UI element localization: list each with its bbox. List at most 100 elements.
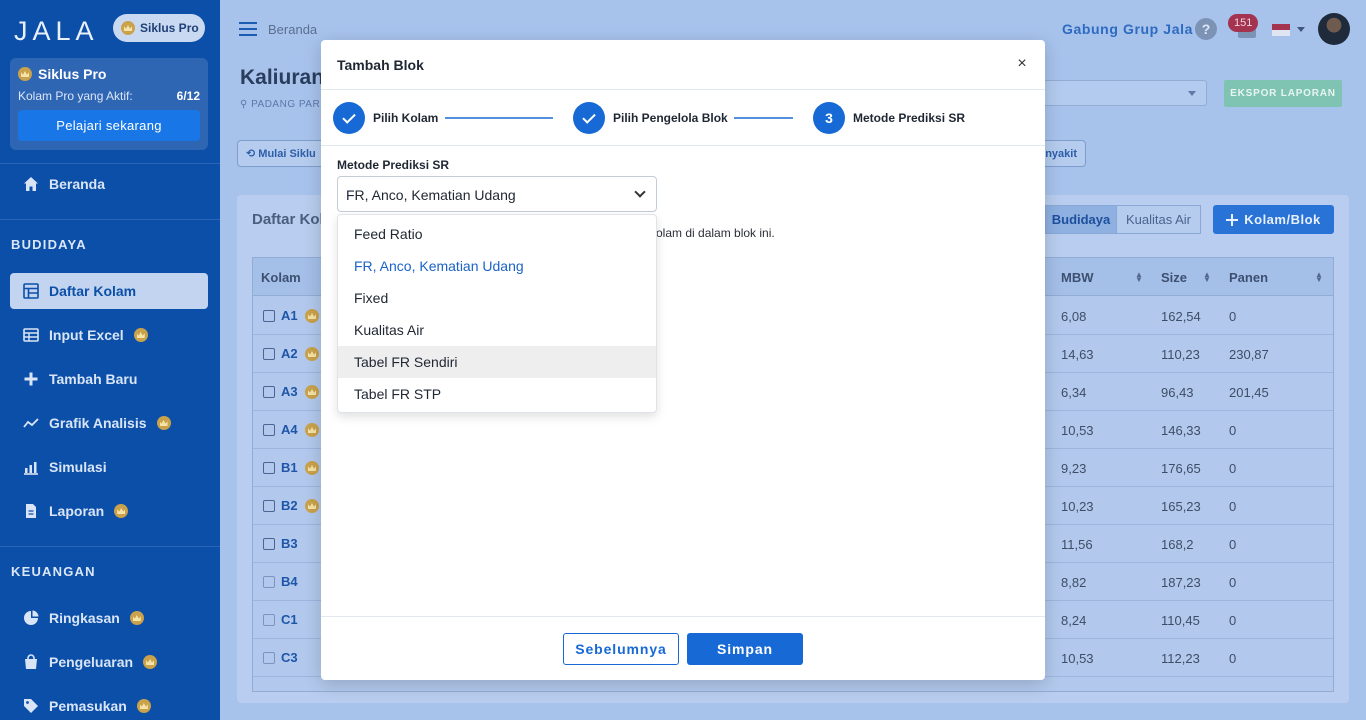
avatar[interactable]: [1318, 13, 1350, 45]
pond-name-link[interactable]: A2: [281, 346, 298, 361]
indonesia-flag-icon[interactable]: [1272, 24, 1290, 36]
column-header-mbw[interactable]: MBW: [1061, 270, 1094, 285]
row-checkbox[interactable]: [263, 348, 275, 360]
mbw-cell: 10,53: [1061, 423, 1094, 438]
close-icon[interactable]: ×: [1013, 55, 1031, 73]
sidebar-item-tambah-baru[interactable]: Tambah Baru: [10, 361, 208, 397]
column-header-pond[interactable]: Kolam: [261, 270, 301, 285]
sidebar-item-ringkasan[interactable]: Ringkasan: [10, 600, 208, 636]
sidebar-item-label: Input Excel: [49, 327, 124, 343]
pond-name-link[interactable]: B2: [281, 498, 298, 513]
section-title-budidaya: BUDIDAYA: [11, 237, 87, 252]
sidebar-item-laporan[interactable]: Laporan: [10, 493, 208, 529]
pond-name-link[interactable]: B3: [281, 536, 298, 551]
notification-badge[interactable]: 151: [1228, 14, 1259, 32]
pond-name-link[interactable]: C1: [281, 612, 298, 627]
tab-water-quality[interactable]: Kualitas Air: [1116, 205, 1201, 234]
sort-icon[interactable]: ▲ ▼: [1315, 271, 1323, 284]
sidebar-item-grafik-analisis[interactable]: Grafik Analisis: [10, 405, 208, 441]
disease-label: nyakit: [1045, 147, 1077, 160]
pro-card: Siklus Pro Kolam Pro yang Aktif: 6/12 Pe…: [10, 58, 208, 150]
row-checkbox[interactable]: [263, 576, 275, 588]
crown-icon: [114, 504, 129, 518]
crown-icon: [305, 499, 319, 513]
join-group-link[interactable]: Gabung Grup Jala: [1062, 21, 1193, 37]
start-cycle-button[interactable]: ⟲ Mulai Siklu: [237, 140, 327, 167]
pond-name-link[interactable]: C3: [281, 650, 298, 665]
sort-icon[interactable]: ▲ ▼: [1135, 271, 1143, 284]
sidebar-item-label: Pengeluaran: [49, 654, 134, 670]
row-checkbox[interactable]: [263, 462, 275, 474]
harvest-cell: 0: [1229, 423, 1237, 438]
step-1-label: Pilih Kolam: [373, 111, 439, 125]
step-connector: [445, 117, 553, 119]
mbw-cell: 9,23: [1061, 461, 1087, 476]
cycle-select[interactable]: [1035, 80, 1207, 106]
row-checkbox[interactable]: [263, 538, 275, 550]
sidebar-item-simulasi[interactable]: Simulasi: [10, 449, 208, 485]
tab-budidaya[interactable]: Budidaya: [1045, 205, 1117, 234]
option-tabel-fr-stp[interactable]: Tabel FR STP: [338, 378, 656, 410]
column-header-harvest[interactable]: Panen: [1229, 270, 1268, 285]
jala-logo[interactable]: JALA: [14, 16, 99, 47]
page-title: Kaliuran: [240, 66, 325, 89]
sidebar-item-pengeluaran[interactable]: Pengeluaran: [10, 644, 208, 680]
menu-icon[interactable]: [239, 22, 257, 36]
sr-method-select[interactable]: FR, Anco, Kematian Udang: [337, 176, 657, 212]
pond-name-link[interactable]: A1: [281, 308, 298, 323]
stepper: Pilih Kolam Pilih Pengelola Blok 3 Metod…: [321, 90, 1045, 146]
siklus-pro-badge-label: Siklus Pro: [140, 21, 199, 35]
previous-button[interactable]: Sebelumnya: [563, 633, 679, 665]
disease-button[interactable]: nyakit: [1040, 140, 1086, 167]
pro-card-title: Siklus Pro: [18, 66, 200, 82]
add-pond-block-button[interactable]: Kolam/Blok: [1213, 205, 1334, 234]
pond-name-link[interactable]: B4: [281, 574, 298, 589]
sidebar-item-label: Laporan: [49, 503, 105, 519]
help-icon[interactable]: ?: [1195, 18, 1217, 40]
row-checkbox[interactable]: [263, 614, 275, 626]
row-checkbox[interactable]: [263, 500, 275, 512]
tag-icon: [24, 699, 38, 713]
row-checkbox[interactable]: [263, 386, 275, 398]
breadcrumb[interactable]: Beranda: [268, 22, 317, 37]
sidebar-item-daftar-kolam[interactable]: Daftar Kolam: [10, 273, 208, 309]
size-cell: 165,23: [1161, 499, 1201, 514]
pie-chart-icon: [24, 610, 39, 625]
row-checkbox[interactable]: [263, 652, 275, 664]
check-icon: [342, 109, 356, 124]
row-checkbox[interactable]: [263, 424, 275, 436]
crown-icon: [156, 416, 171, 430]
option-fr-anco-kematian-udang[interactable]: FR, Anco, Kematian Udang: [338, 250, 656, 282]
pro-active-label: Kolam Pro yang Aktif:: [18, 89, 133, 103]
option-tabel-fr-sendiri[interactable]: Tabel FR Sendiri: [338, 346, 656, 378]
plus-icon: [24, 372, 38, 386]
option-kualitas-air[interactable]: Kualitas Air: [338, 314, 656, 346]
pond-name-link[interactable]: A3: [281, 384, 298, 399]
sidebar-item-pemasukan[interactable]: Pemasukan: [10, 688, 208, 720]
step-2-indicator: [573, 102, 605, 134]
learn-now-button[interactable]: Pelajari sekarang: [18, 110, 200, 141]
option-fixed[interactable]: Fixed: [338, 282, 656, 314]
column-header-size[interactable]: Size: [1161, 270, 1187, 285]
caret-down-icon[interactable]: [1297, 27, 1305, 32]
export-report-button[interactable]: EKSPOR LAPORAN: [1224, 80, 1342, 107]
mbw-cell: 8,24: [1061, 613, 1087, 628]
document-icon: [26, 504, 36, 518]
pond-name-link[interactable]: A4: [281, 422, 298, 437]
page-location: ⚲ PADANG PARI: [240, 99, 323, 110]
siklus-pro-badge[interactable]: Siklus Pro: [113, 14, 205, 42]
sort-icon[interactable]: ▲ ▼: [1203, 271, 1211, 284]
option-feed-ratio[interactable]: Feed Ratio: [338, 218, 656, 250]
step-2-label: Pilih Pengelola Blok: [613, 111, 728, 125]
save-button[interactable]: Simpan: [687, 633, 803, 665]
section-title-keuangan: KEUANGAN: [11, 564, 96, 579]
location-pin-icon: ⚲: [240, 99, 252, 110]
sidebar-item-home[interactable]: Beranda: [10, 166, 208, 202]
size-cell: 110,45: [1161, 613, 1200, 628]
row-checkbox[interactable]: [263, 310, 275, 322]
harvest-cell: 0: [1229, 499, 1237, 514]
sidebar-item-input-excel[interactable]: Input Excel: [10, 317, 208, 353]
pond-name-link[interactable]: B1: [281, 460, 298, 475]
crown-icon: [305, 309, 319, 323]
crown-icon: [121, 21, 135, 35]
